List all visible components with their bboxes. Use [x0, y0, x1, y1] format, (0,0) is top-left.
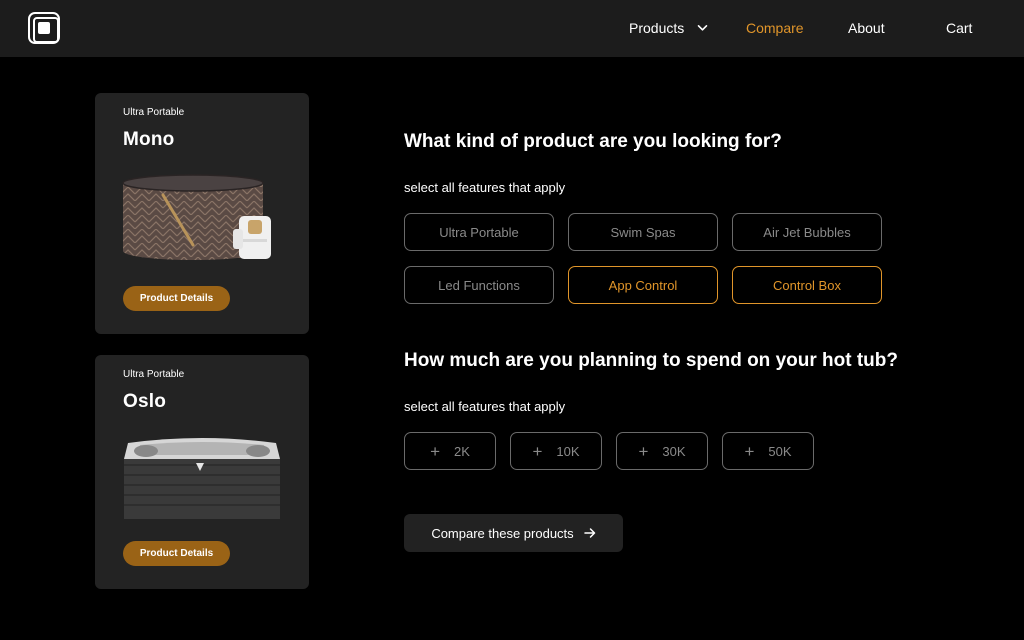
price-label: 50K	[768, 443, 792, 459]
top-nav-bar: Products Compare About Cart	[0, 0, 1024, 57]
plus-icon: +	[744, 441, 755, 461]
arrow-right-icon	[583, 528, 595, 538]
chevron-down-icon[interactable]	[697, 24, 708, 32]
question-product-type-title: What kind of product are you looking for…	[404, 131, 782, 152]
option-swim-spas[interactable]: Swim Spas	[568, 213, 718, 251]
option-control-box[interactable]: Control Box	[732, 266, 882, 304]
price-option-10k[interactable]: + 10K	[510, 432, 602, 470]
nav-about[interactable]: About	[848, 19, 885, 37]
price-label: 10K	[556, 443, 580, 459]
product-card-mono: Ultra Portable Mono Product Details	[95, 93, 309, 334]
product-details-button[interactable]: Product Details	[123, 286, 230, 311]
option-led-functions[interactable]: Led Functions	[404, 266, 554, 304]
hot-tub-image	[124, 438, 280, 519]
plus-icon: +	[532, 441, 543, 461]
plus-icon: +	[430, 441, 441, 461]
product-tag: Ultra Portable	[123, 369, 185, 380]
option-air-jet-bubbles[interactable]: Air Jet Bubbles	[732, 213, 882, 251]
hot-tub-image	[122, 174, 271, 260]
price-option-2k[interactable]: + 2K	[404, 432, 496, 470]
question-budget-title: How much are you planning to spend on yo…	[404, 350, 898, 371]
compare-button-label: Compare these products	[431, 525, 574, 541]
price-option-30k[interactable]: + 30K	[616, 432, 708, 470]
plus-icon: +	[638, 441, 649, 461]
price-option-50k[interactable]: + 50K	[722, 432, 814, 470]
question-product-type-subtitle: select all features that apply	[404, 180, 566, 195]
product-name: Oslo	[123, 391, 167, 412]
nav-products[interactable]: Products	[629, 19, 684, 37]
product-details-button[interactable]: Product Details	[123, 541, 230, 566]
question-budget-subtitle: select all features that apply	[404, 399, 566, 414]
compare-products-button[interactable]: Compare these products	[404, 514, 623, 552]
logo-icon[interactable]	[28, 12, 60, 44]
option-ultra-portable[interactable]: Ultra Portable	[404, 213, 554, 251]
nav-compare[interactable]: Compare	[746, 19, 804, 37]
product-tag: Ultra Portable	[123, 107, 185, 118]
nav-cart[interactable]: Cart	[946, 19, 972, 37]
option-app-control[interactable]: App Control	[568, 266, 718, 304]
price-label: 30K	[662, 443, 686, 459]
product-name: Mono	[123, 129, 175, 150]
product-card-oslo: Ultra Portable Oslo Product Details	[95, 355, 309, 589]
price-label: 2K	[454, 443, 470, 459]
